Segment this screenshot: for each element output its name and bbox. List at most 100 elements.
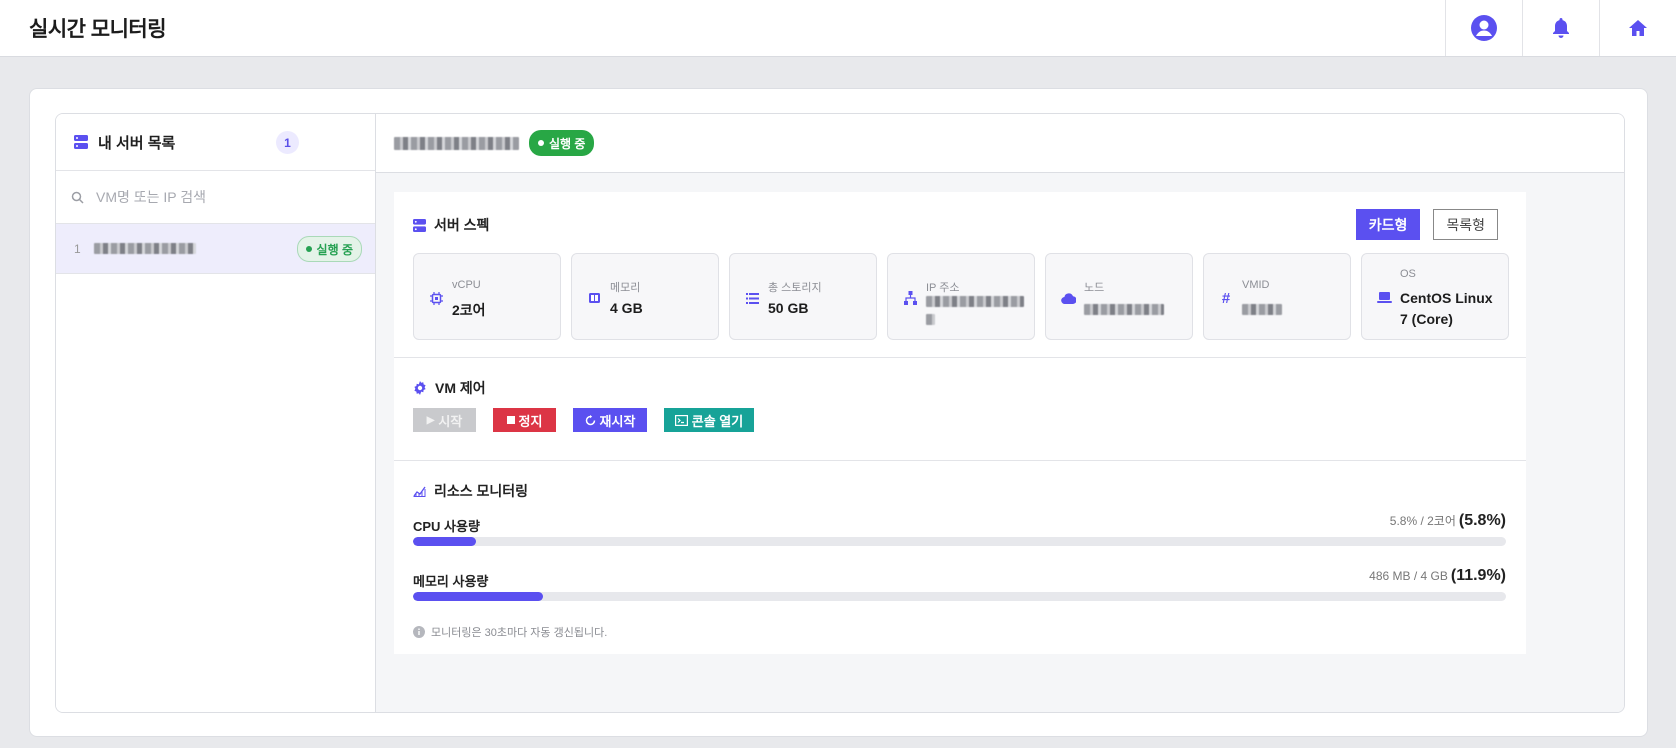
network-icon [903, 291, 917, 305]
spec-value: 4 GB [610, 300, 643, 316]
detail-header: 실행 중 [376, 114, 1624, 173]
memory-icon [588, 293, 600, 303]
view-toggle: 카드형 목록형 [1355, 209, 1498, 240]
refresh-note-text: 모니터링은 30초마다 자동 갱신됩니다. [431, 627, 608, 639]
ip-value-redacted [926, 314, 935, 325]
spec-cards: vCPU 2코어 메모리 4 GB 총 스토리지 50 GB IP 주소 노드 … [413, 253, 1509, 340]
server-name-redacted [394, 136, 519, 150]
detail-content: 서버 스펙 카드형 목록형 vCPU 2코어 메모리 4 GB 총 스토리지 5… [394, 192, 1526, 654]
server-index: 1 [74, 241, 81, 256]
cloud-icon [1060, 292, 1076, 304]
section-title-text: 리소스 모니터링 [434, 483, 529, 499]
status-badge: 실행 중 [529, 130, 595, 156]
spec-card-node: 노드 [1045, 253, 1193, 340]
server-icon [413, 218, 426, 232]
restart-label: 재시작 [599, 413, 636, 429]
server-detail: 실행 중 서버 스펙 카드형 목록형 vCPU 2코어 메모리 4 GB 총 스… [376, 114, 1624, 712]
status-label: 실행 중 [549, 136, 586, 151]
ip-value-redacted [926, 296, 1024, 307]
spec-card-os: OS CentOS Linux 7 (Core) [1361, 253, 1509, 340]
spec-value: CentOS Linux 7 (Core) [1400, 290, 1493, 327]
section-title-text: VM 제어 [435, 380, 486, 396]
card-view-button[interactable]: 카드형 [1355, 209, 1421, 240]
memory-usage-bar [413, 592, 1506, 601]
cpu-icon [429, 291, 443, 305]
spec-card-memory: 메모리 4 GB [571, 253, 719, 340]
restart-button[interactable]: 재시작 [573, 408, 647, 432]
vmid-value-redacted [1242, 304, 1282, 315]
home-button[interactable] [1599, 0, 1676, 56]
server-list-item[interactable]: 1 실행 중 [56, 224, 375, 274]
cpu-usage-fill [413, 537, 477, 546]
start-label: 시작 [438, 413, 463, 429]
spec-value: 2코어 [452, 302, 486, 318]
sidebar-title: 내 서버 목록 [98, 134, 176, 152]
restart-icon [585, 414, 595, 425]
play-icon: ▶ [426, 414, 435, 426]
server-spec-section: 서버 스펙 카드형 목록형 vCPU 2코어 메모리 4 GB 총 스토리지 5… [394, 192, 1526, 358]
vm-control-section: VM 제어 ▶ 시작 정지 재시작 콘솔 열기 [394, 358, 1526, 461]
spec-label: vCPU [452, 279, 481, 291]
server-icon [74, 135, 88, 149]
metric-detail: 5.8% / 2코어 (5.8%) [1390, 512, 1506, 530]
status-badge: 실행 중 [296, 236, 362, 262]
home-icon [1629, 20, 1647, 36]
page-title: 실시간 모니터링 [29, 18, 167, 41]
metric-detail-text: 486 MB / 4 GB [1369, 569, 1448, 583]
refresh-note: 모니터링은 30초마다 자동 갱신됩니다. [413, 624, 607, 640]
profile-button[interactable] [1445, 0, 1522, 56]
memory-metric: 메모리 사용량 486 MB / 4 GB (11.9%) [413, 567, 1506, 601]
notifications-button[interactable] [1522, 0, 1599, 56]
stop-label: 정지 [518, 413, 543, 429]
user-icon [1471, 15, 1497, 41]
cpu-usage-bar [413, 537, 1506, 546]
top-bar: 실시간 모니터링 [0, 0, 1676, 57]
sidebar-header: 내 서버 목록 1 [56, 114, 375, 171]
server-panel: 내 서버 목록 1 1 실행 중 실행 중 [55, 113, 1625, 713]
search-icon [71, 191, 84, 204]
open-console-button[interactable]: 콘솔 열기 [664, 408, 754, 432]
gear-icon [414, 381, 426, 395]
console-label: 콘솔 열기 [691, 413, 744, 429]
spec-card-vmid: # VMID [1203, 253, 1351, 340]
hash-icon: # [1221, 289, 1231, 307]
server-count-badge: 1 [276, 131, 299, 154]
section-title-text: 서버 스펙 [434, 217, 490, 233]
spec-label: 총 스토리지 [768, 282, 822, 294]
status-label: 실행 중 [316, 242, 353, 257]
node-value-redacted [1084, 304, 1164, 315]
search-box [56, 171, 375, 224]
status-dot [305, 246, 312, 252]
metric-detail: 486 MB / 4 GB (11.9%) [1369, 567, 1506, 585]
metric-percent: (11.9%) [1450, 567, 1506, 584]
content-panel: 내 서버 목록 1 1 실행 중 실행 중 [29, 88, 1648, 737]
resource-monitor-section: 리소스 모니터링 CPU 사용량 5.8% / 2코어 (5.8%) 메모리 사… [394, 461, 1526, 654]
status-dot [538, 140, 544, 146]
laptop-icon [1376, 292, 1392, 303]
metric-label: CPU 사용량 [413, 519, 480, 534]
cpu-metric: CPU 사용량 5.8% / 2코어 (5.8%) [413, 512, 1506, 546]
stop-button[interactable]: 정지 [493, 408, 556, 432]
server-list-sidebar: 내 서버 목록 1 1 실행 중 [56, 114, 376, 712]
search-input[interactable] [96, 189, 356, 205]
spec-card-storage: 총 스토리지 50 GB [729, 253, 877, 340]
metric-label: 메모리 사용량 [413, 574, 489, 589]
server-name-redacted [94, 243, 196, 254]
terminal-icon [674, 414, 688, 426]
section-title: 리소스 모니터링 [413, 481, 528, 501]
vm-control-buttons: ▶ 시작 정지 재시작 콘솔 열기 [413, 408, 754, 432]
spec-card-ip: IP 주소 [887, 253, 1035, 340]
spec-label: 메모리 [610, 282, 641, 294]
metric-percent: (5.8%) [1458, 512, 1506, 529]
spec-label: VMID [1242, 279, 1270, 291]
top-actions [1445, 0, 1676, 56]
storage-icon [745, 292, 759, 304]
spec-label: IP 주소 [926, 282, 960, 294]
start-button[interactable]: ▶ 시작 [413, 408, 476, 432]
section-title: VM 제어 [413, 378, 486, 398]
spec-card-vcpu: vCPU 2코어 [413, 253, 561, 340]
spec-label: 노드 [1084, 282, 1105, 294]
bell-icon [1553, 18, 1569, 38]
stop-icon [506, 416, 515, 424]
list-view-button[interactable]: 목록형 [1433, 209, 1498, 240]
